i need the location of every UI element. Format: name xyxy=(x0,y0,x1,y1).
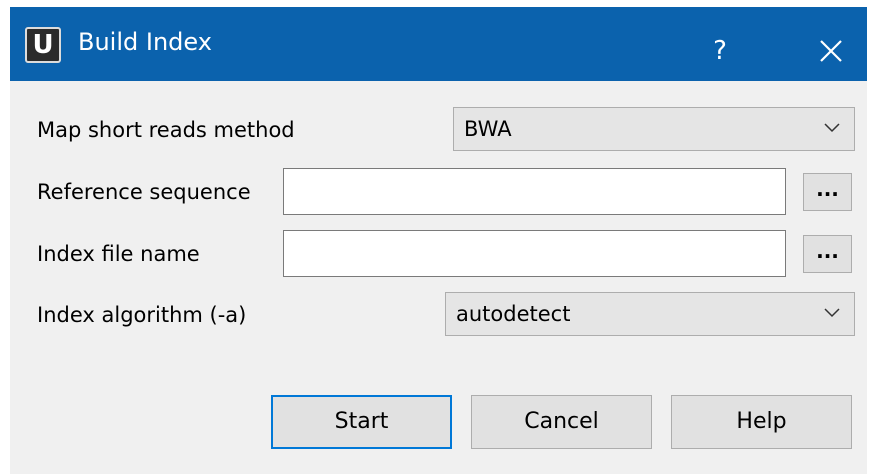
method-label: Map short reads method xyxy=(37,118,295,142)
cancel-button[interactable]: Cancel xyxy=(471,395,652,449)
reference-browse-button[interactable]: ... xyxy=(803,173,852,211)
chevron-down-icon xyxy=(824,308,840,318)
build-index-dialog: U Build Index ? Map short reads method B… xyxy=(0,0,871,474)
reference-sequence-input[interactable] xyxy=(283,168,786,215)
index-file-label: Index file name xyxy=(37,242,200,266)
index-file-name-input[interactable] xyxy=(283,230,786,277)
method-value: BWA xyxy=(464,117,512,141)
dialog-title: Build Index xyxy=(78,28,212,56)
help-title-button[interactable]: ? xyxy=(690,21,750,81)
chevron-down-icon xyxy=(824,123,840,133)
index-file-browse-button[interactable]: ... xyxy=(803,235,852,273)
algorithm-label: Index algorithm (-a) xyxy=(37,303,247,327)
help-button[interactable]: Help xyxy=(671,395,852,449)
close-icon xyxy=(820,40,842,62)
reference-label: Reference sequence xyxy=(37,180,251,204)
close-button[interactable] xyxy=(795,21,865,81)
algorithm-dropdown[interactable]: autodetect xyxy=(445,292,855,336)
dialog-content: Map short reads method BWA Reference seq… xyxy=(10,81,867,474)
method-dropdown[interactable]: BWA xyxy=(453,107,855,151)
ugene-logo-icon: U xyxy=(25,27,61,63)
title-bar[interactable]: U Build Index ? xyxy=(10,7,867,81)
algorithm-value: autodetect xyxy=(456,302,571,326)
start-button[interactable]: Start xyxy=(271,395,452,449)
